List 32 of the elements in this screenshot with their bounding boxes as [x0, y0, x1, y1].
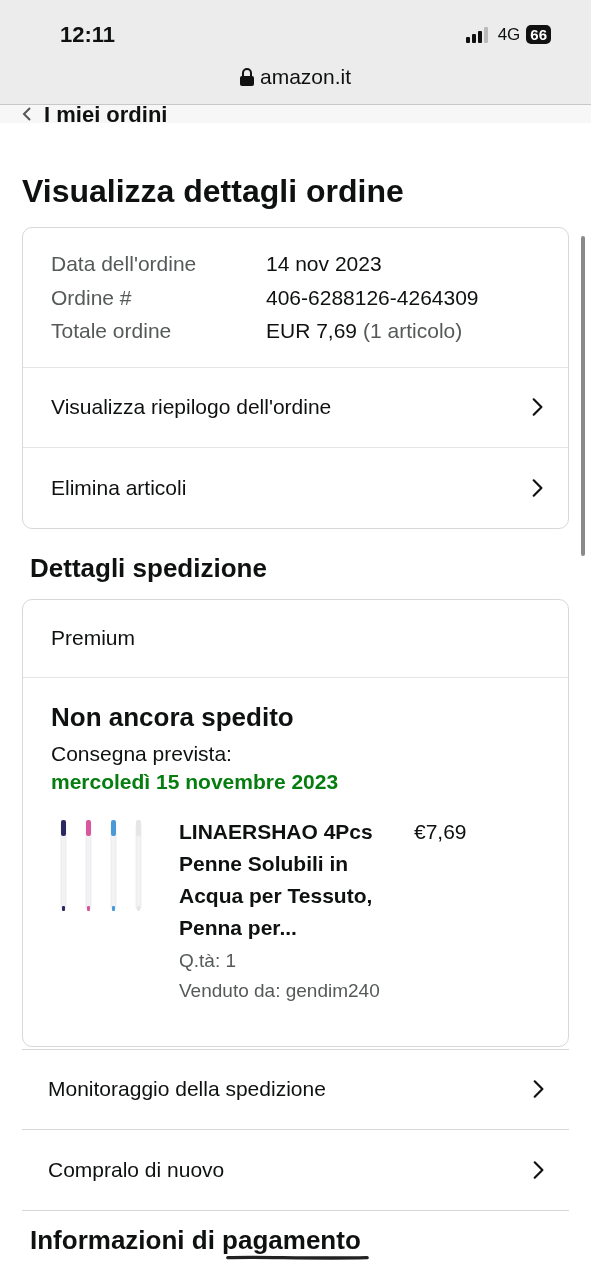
- back-chevron-icon[interactable]: [22, 107, 32, 121]
- page-title: Visualizza dettagli ordine: [21, 172, 405, 211]
- action-row[interactable]: Compralo di nuovo: [22, 1129, 569, 1211]
- order-link-row[interactable]: Visualizza riepilogo dell'ordine: [23, 367, 568, 448]
- order-link-row[interactable]: Elimina articoli: [23, 447, 568, 528]
- field-value: 406-6288126-4264309: [266, 284, 479, 311]
- field-label: Totale ordine: [51, 318, 173, 344]
- row-label: Compralo di nuovo: [48, 1156, 225, 1183]
- field-value: EUR 7,69: [266, 318, 358, 344]
- delivery-label: Consegna prevista:: [51, 740, 233, 767]
- item-count: (1 articolo): [363, 318, 463, 344]
- product-price: €7,69: [414, 818, 467, 845]
- field-label: Data dell'ordine: [51, 251, 198, 277]
- delivery-date: mercoledì 15 novembre 2023: [51, 768, 340, 795]
- product-title[interactable]: LINAERSHAO 4Pcs Penne Solubili in Acqua per Tessuto, Penna per...: [179, 815, 404, 944]
- section-heading: Dettagli spedizione: [29, 551, 268, 585]
- shipment-status: Non ancora spedito: [51, 700, 295, 734]
- shipping-service: Premium: [51, 625, 135, 652]
- field-value: 14 nov 2023: [266, 251, 382, 277]
- section-heading: Informazioni di pagamento: [30, 1223, 361, 1257]
- row-label: Visualizza riepilogo dell'ordine: [51, 394, 332, 421]
- clock: 12:11: [60, 21, 116, 49]
- url-text[interactable]: amazon.it: [259, 61, 351, 93]
- seller: Venduto da: gendim240: [179, 978, 381, 1003]
- quantity: Q.tà: 1: [179, 948, 238, 973]
- row-label: Elimina articoli: [51, 474, 187, 501]
- network-label: 4G: [497, 23, 521, 46]
- lock-icon: [239, 67, 254, 86]
- row-label: Monitoraggio della spedizione: [48, 1076, 326, 1103]
- field-label: Ordine #: [51, 284, 133, 311]
- battery-indicator: 66: [526, 25, 551, 44]
- action-row[interactable]: Monitoraggio della spedizione: [22, 1048, 569, 1130]
